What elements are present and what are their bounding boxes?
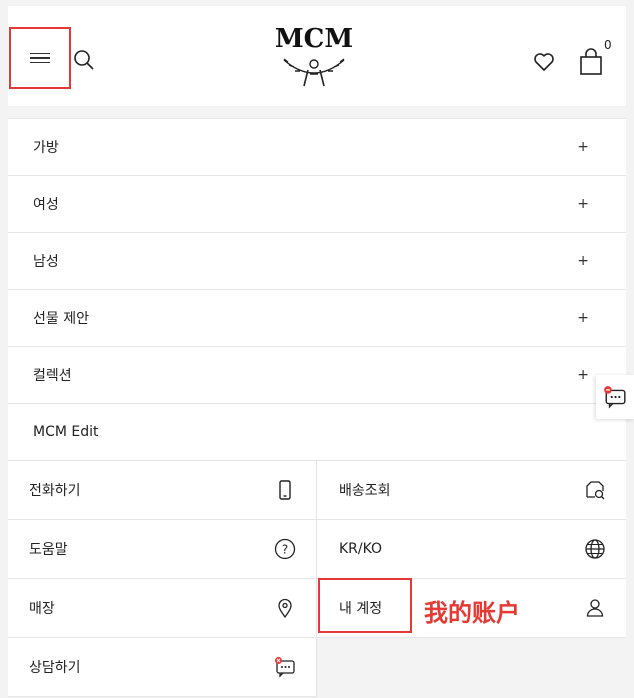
account-annotation: 我的账户 bbox=[424, 599, 520, 627]
floating-chat-button[interactable] bbox=[596, 375, 634, 419]
menu-item-label: MCM Edit bbox=[33, 424, 99, 440]
category-menu: 가방 + 여성 + 남성 + 선물 제안 + 컬렉션 + MCM Edit bbox=[8, 118, 626, 461]
menu-item-bags[interactable]: 가방 + bbox=[8, 119, 626, 176]
chat-icon bbox=[275, 657, 295, 678]
expand-icon[interactable]: + bbox=[577, 367, 589, 383]
help-label: 도움말 bbox=[29, 542, 68, 558]
delivery-label: 배송조회 bbox=[339, 483, 391, 499]
chat-icon bbox=[604, 386, 626, 409]
help-icon-glyph: ? bbox=[282, 543, 288, 557]
package-search-icon bbox=[586, 481, 605, 500]
chat-consult-link[interactable]: 상담하기 bbox=[8, 638, 317, 697]
expand-icon[interactable]: + bbox=[577, 253, 589, 269]
call-label: 전화하기 bbox=[29, 483, 81, 499]
logo-text: MCM bbox=[274, 24, 354, 54]
menu-item-label: 선물 제안 bbox=[33, 311, 89, 327]
store-label: 매장 bbox=[29, 601, 55, 617]
store-locator-link[interactable]: 매장 bbox=[8, 579, 317, 638]
account-highlight-box bbox=[318, 578, 412, 633]
location-pin-icon bbox=[278, 598, 292, 619]
locale-label: KR/KO bbox=[339, 541, 383, 557]
menu-item-mcm-edit[interactable]: MCM Edit bbox=[8, 404, 626, 461]
globe-icon bbox=[585, 539, 605, 559]
menu-item-women[interactable]: 여성 + bbox=[8, 176, 626, 233]
help-icon: ? bbox=[274, 538, 296, 560]
menu-item-men[interactable]: 남성 + bbox=[8, 233, 626, 290]
phone-icon bbox=[279, 480, 291, 500]
chat-label: 상담하기 bbox=[29, 660, 81, 676]
heart-icon[interactable] bbox=[532, 50, 556, 74]
expand-icon[interactable]: + bbox=[577, 310, 589, 326]
expand-icon[interactable]: + bbox=[577, 139, 589, 155]
mcm-logo[interactable]: MCM bbox=[274, 26, 354, 96]
menu-item-label: 가방 bbox=[33, 140, 59, 156]
menu-item-gifts[interactable]: 선물 제안 + bbox=[8, 290, 626, 347]
menu-item-label: 남성 bbox=[33, 254, 59, 270]
laurel-emblem-icon bbox=[283, 58, 345, 87]
hamburger-icon bbox=[30, 50, 50, 67]
cart-count-badge: 0 bbox=[604, 38, 612, 52]
menu-item-label: 컬렉션 bbox=[33, 368, 72, 384]
site-header: MCM 0 bbox=[8, 6, 626, 106]
bag-icon[interactable] bbox=[578, 48, 604, 76]
menu-item-label: 여성 bbox=[33, 197, 59, 213]
locale-selector[interactable]: KR/KO bbox=[317, 520, 626, 579]
call-link[interactable]: 전화하기 bbox=[8, 461, 317, 520]
menu-item-collections[interactable]: 컬렉션 + bbox=[8, 347, 626, 404]
menu-toggle-button[interactable] bbox=[9, 27, 71, 89]
expand-icon[interactable]: + bbox=[577, 196, 589, 212]
delivery-tracking-link[interactable]: 배송조회 bbox=[317, 461, 626, 520]
help-link[interactable]: 도움말 ? bbox=[8, 520, 317, 579]
user-icon bbox=[586, 599, 604, 617]
search-icon[interactable] bbox=[72, 48, 96, 72]
